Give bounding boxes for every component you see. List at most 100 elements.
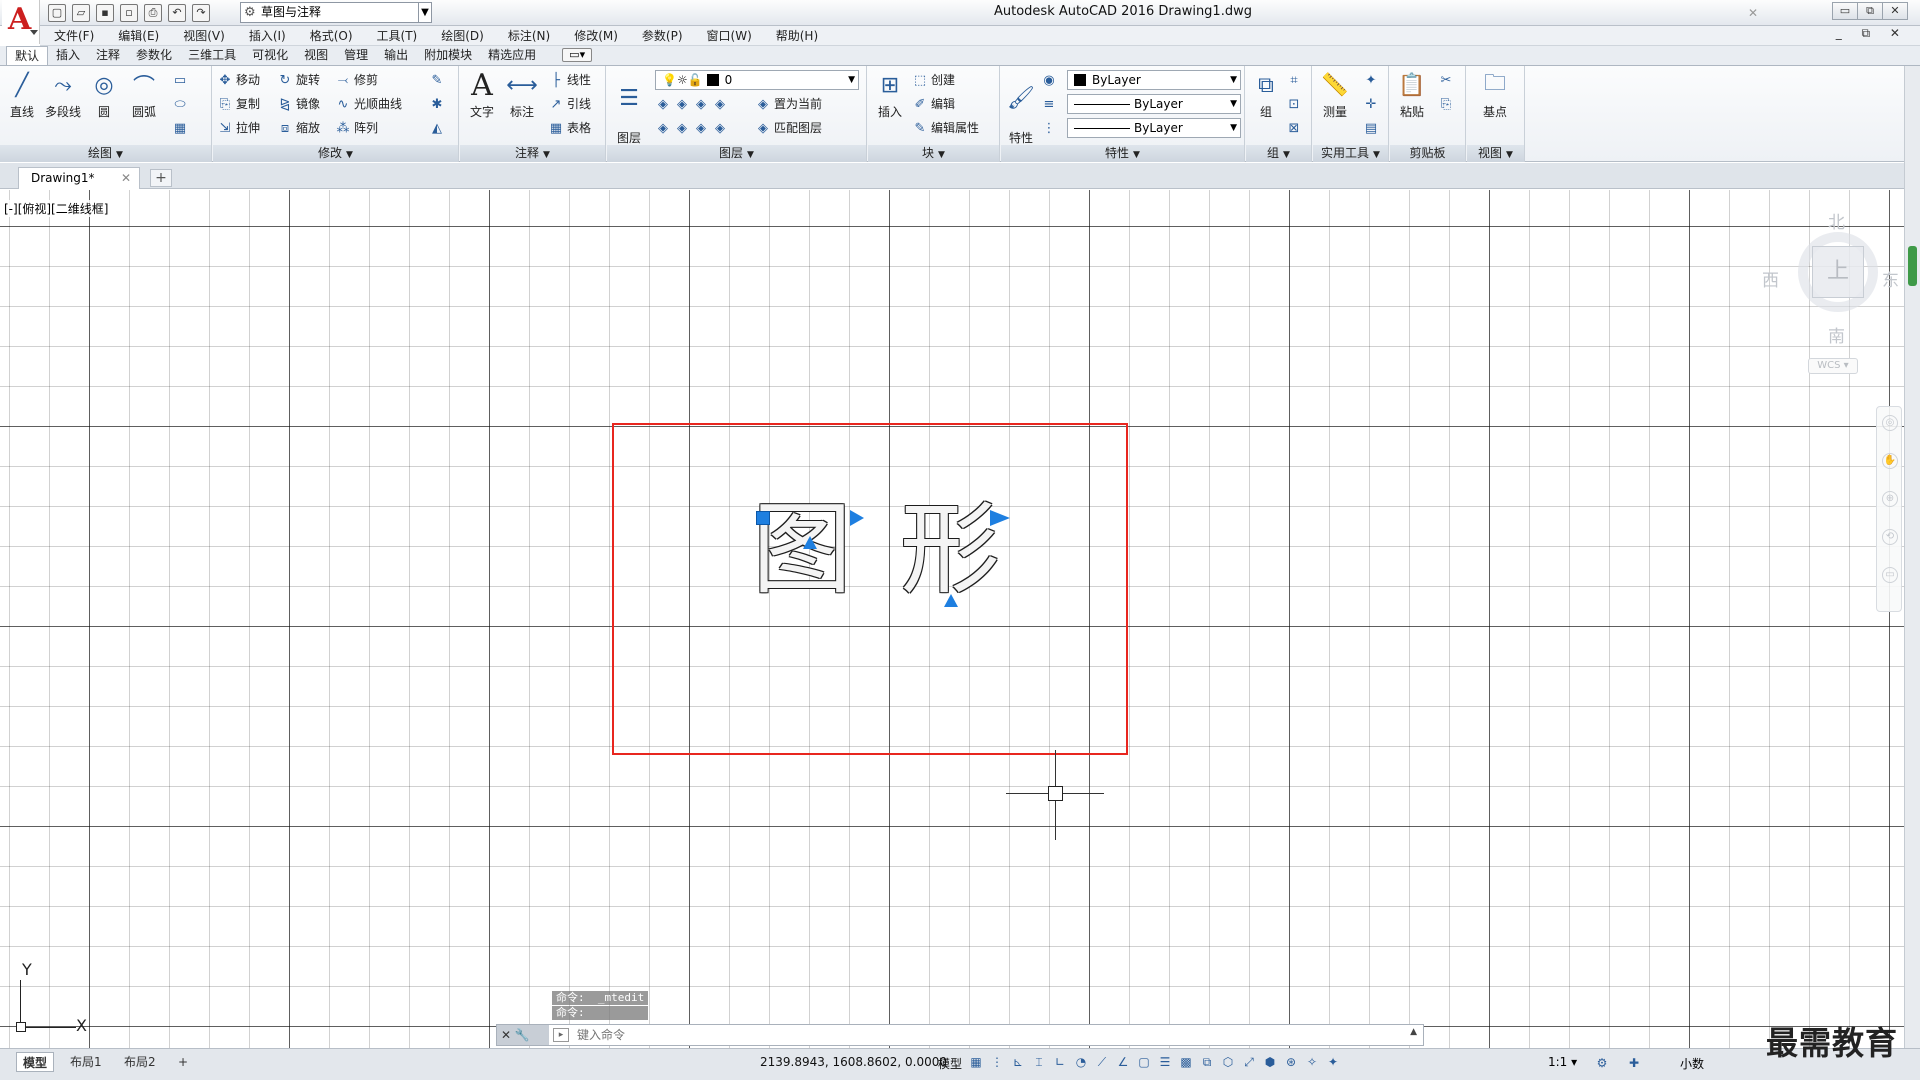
tab-featured-apps[interactable]: 精选应用 [480,46,544,65]
circle-tool-button[interactable]: ◎ 圆 [86,70,122,120]
tab-manage[interactable]: 管理 [336,46,376,65]
units-display[interactable]: 小数 [1680,1055,1704,1072]
showmotion-icon[interactable]: ▭ [1882,567,1898,583]
gizmo-icon[interactable]: ⊛ [1283,1054,1299,1070]
infocenter-close-icon[interactable]: ✕ [1748,6,1758,20]
base-view-button[interactable]: 🗀 基点 [1477,70,1513,120]
menu-tools[interactable]: 工具(T) [377,27,418,44]
set-current-layer-button[interactable]: ◈ 置为当前 [755,94,822,114]
line-tool-button[interactable]: ╱ 直线 [4,70,40,120]
calculator-button[interactable]: ▤ [1363,118,1382,138]
tab-insert[interactable]: 插入 [48,46,88,65]
undo-icon[interactable]: ↶ [168,4,186,22]
linetype-dropdown[interactable]: ByLayer ▼ [1067,94,1241,114]
rectangle-tool-button[interactable]: ▭ [172,70,191,90]
stretch-button[interactable]: ⇲ 拉伸 [217,118,260,138]
restore-button[interactable]: ⧉ [1857,2,1883,20]
object-snap-icon[interactable]: ▢ [1136,1054,1152,1070]
drawing-canvas[interactable]: [-][俯视][二维线框] 图 形 北 南 东 西 上 WCS ▾ ◎ ✋ ⊕ … [0,190,1904,1048]
steering-wheel-icon[interactable]: ◎ [1882,415,1898,431]
group-select-button[interactable]: ⊠ [1286,118,1305,138]
trim-button[interactable]: ⤙ 修剪 [335,70,378,90]
qat-customize-button[interactable]: ▼ [418,2,432,23]
pan-icon[interactable]: ✋ [1882,453,1898,469]
panel-annotation-label[interactable]: 注释 ▼ [460,145,605,162]
panel-modify-label[interactable]: 修改 ▼ [213,145,458,162]
offset-button[interactable]: ◭ [429,118,448,138]
cut-button[interactable]: ✂ [1438,70,1457,90]
menu-file[interactable]: 文件(F) [54,27,94,44]
document-window-controls[interactable]: _ ⧉ ✕ [1836,26,1908,41]
group-button[interactable]: ⧉ 组 [1248,70,1284,120]
fillet-button[interactable]: ∿ 光顺曲线 [335,94,402,114]
lineweight-icon[interactable]: ☰ [1157,1054,1173,1070]
grip-insertion-point[interactable] [756,511,770,525]
coordinate-readout[interactable]: 2139.8943, 1608.8602, 0.0000 [760,1055,947,1069]
save-icon[interactable]: ▪ [96,4,114,22]
edit-attribute-button[interactable]: ✎ 编辑属性 [912,118,979,138]
match-layer-button[interactable]: ◈ 匹配图层 [755,118,822,138]
compass-north[interactable]: 北 [1828,208,1845,233]
lineweight-dropdown[interactable]: ByLayer ▼ [1067,118,1241,138]
infer-constraints-icon[interactable]: ⊾ [1010,1054,1026,1070]
hatch-tool-button[interactable]: ▦ [172,118,191,138]
3d-osnap-icon[interactable]: ⬡ [1220,1054,1236,1070]
array-button[interactable]: ⁂ 阵列 [335,118,379,138]
arc-tool-button[interactable]: ⌒ 圆弧 [126,70,162,120]
ellipse-tool-button[interactable]: ⬭ [172,94,191,114]
menu-edit[interactable]: 编辑(E) [118,27,159,44]
minimize-button[interactable]: ▭ [1832,2,1858,20]
quick-select-button[interactable]: ✦ [1363,70,1382,90]
tab-layout2[interactable]: 布局2 [118,1052,162,1072]
group-edit-button[interactable]: ⊡ [1286,94,1305,114]
tab-model[interactable]: 模型 [16,1052,55,1072]
measure-button[interactable]: 📏 测量 [1317,70,1353,120]
grip-column-handle[interactable] [990,510,1010,526]
menu-insert[interactable]: 插入(I) [249,27,286,44]
zoom-extents-icon[interactable]: ⊕ [1882,491,1898,507]
ribbon-minimize-button[interactable]: ▭▾ [562,48,593,62]
menu-format[interactable]: 格式(O) [310,27,353,44]
panel-utilities-label[interactable]: 实用工具 ▼ [1313,145,1388,162]
panel-clipboard-label[interactable]: 剪贴板 [1390,145,1465,162]
layer-tools-row-2[interactable]: ◈ ◈ ◈ ◈ [655,118,731,138]
dynamic-ucs-icon[interactable]: ⤢ [1241,1054,1257,1070]
workspace-selector[interactable]: ⚙ 草图与注释 ▼ [240,2,432,23]
annotation-scale[interactable]: 1:1 ▾ [1548,1055,1577,1069]
model-space-toggle[interactable]: 模型 [938,1055,962,1072]
compass-east[interactable]: 东 [1882,266,1899,291]
new-layout-button[interactable]: + [172,1052,194,1072]
menu-parametric[interactable]: 参数(P) [642,27,683,44]
text-tool-button[interactable]: A 文字 [464,68,500,120]
plus-icon[interactable]: ✚ [1626,1055,1642,1071]
grid-icon[interactable]: ▦ [968,1054,984,1070]
scale-button[interactable]: ⧈ 缩放 [277,118,320,138]
menu-view[interactable]: 视图(V) [183,27,225,44]
tab-output[interactable]: 输出 [376,46,416,65]
menu-draw[interactable]: 绘图(D) [441,27,484,44]
application-menu-button[interactable]: A [2,0,40,44]
create-block-button[interactable]: ⬚ 创建 [912,70,955,90]
vertical-scrollbar[interactable] [1904,66,1920,1048]
grip-width-handle[interactable] [850,510,864,526]
compass-south[interactable]: 南 [1828,322,1845,347]
mirror-button[interactable]: ⧎ 镜像 [277,94,320,114]
erase-button[interactable]: ✎ [429,70,448,90]
polar-icon[interactable]: ◔ [1073,1054,1089,1070]
annotation-visibility-icon[interactable]: ✧ [1304,1054,1320,1070]
explode-button[interactable]: ✱ [429,94,448,114]
viewcube[interactable]: 北 南 东 西 上 WCS ▾ [1760,190,1900,380]
new-file-icon[interactable]: ▢ [48,4,66,22]
transparency-icon[interactable]: ▩ [1178,1054,1194,1070]
tab-parametric[interactable]: 参数化 [128,46,180,65]
viewport-controls[interactable]: [-][俯视][二维线框] [2,200,111,217]
scrollbar-thumb[interactable] [1908,246,1917,286]
close-button[interactable]: ✕ [1882,2,1908,20]
panel-properties-label[interactable]: 特性 ▼ [1001,145,1244,162]
panel-block-label[interactable]: 块 ▼ [868,145,999,162]
viewcube-top-face[interactable]: 上 [1812,246,1864,298]
tab-annotate[interactable]: 注释 [88,46,128,65]
isodraft-icon[interactable]: ⟋ [1094,1054,1110,1070]
close-icon[interactable]: ✕ [121,168,131,188]
paste-button[interactable]: 📋 粘贴 [1394,70,1430,120]
